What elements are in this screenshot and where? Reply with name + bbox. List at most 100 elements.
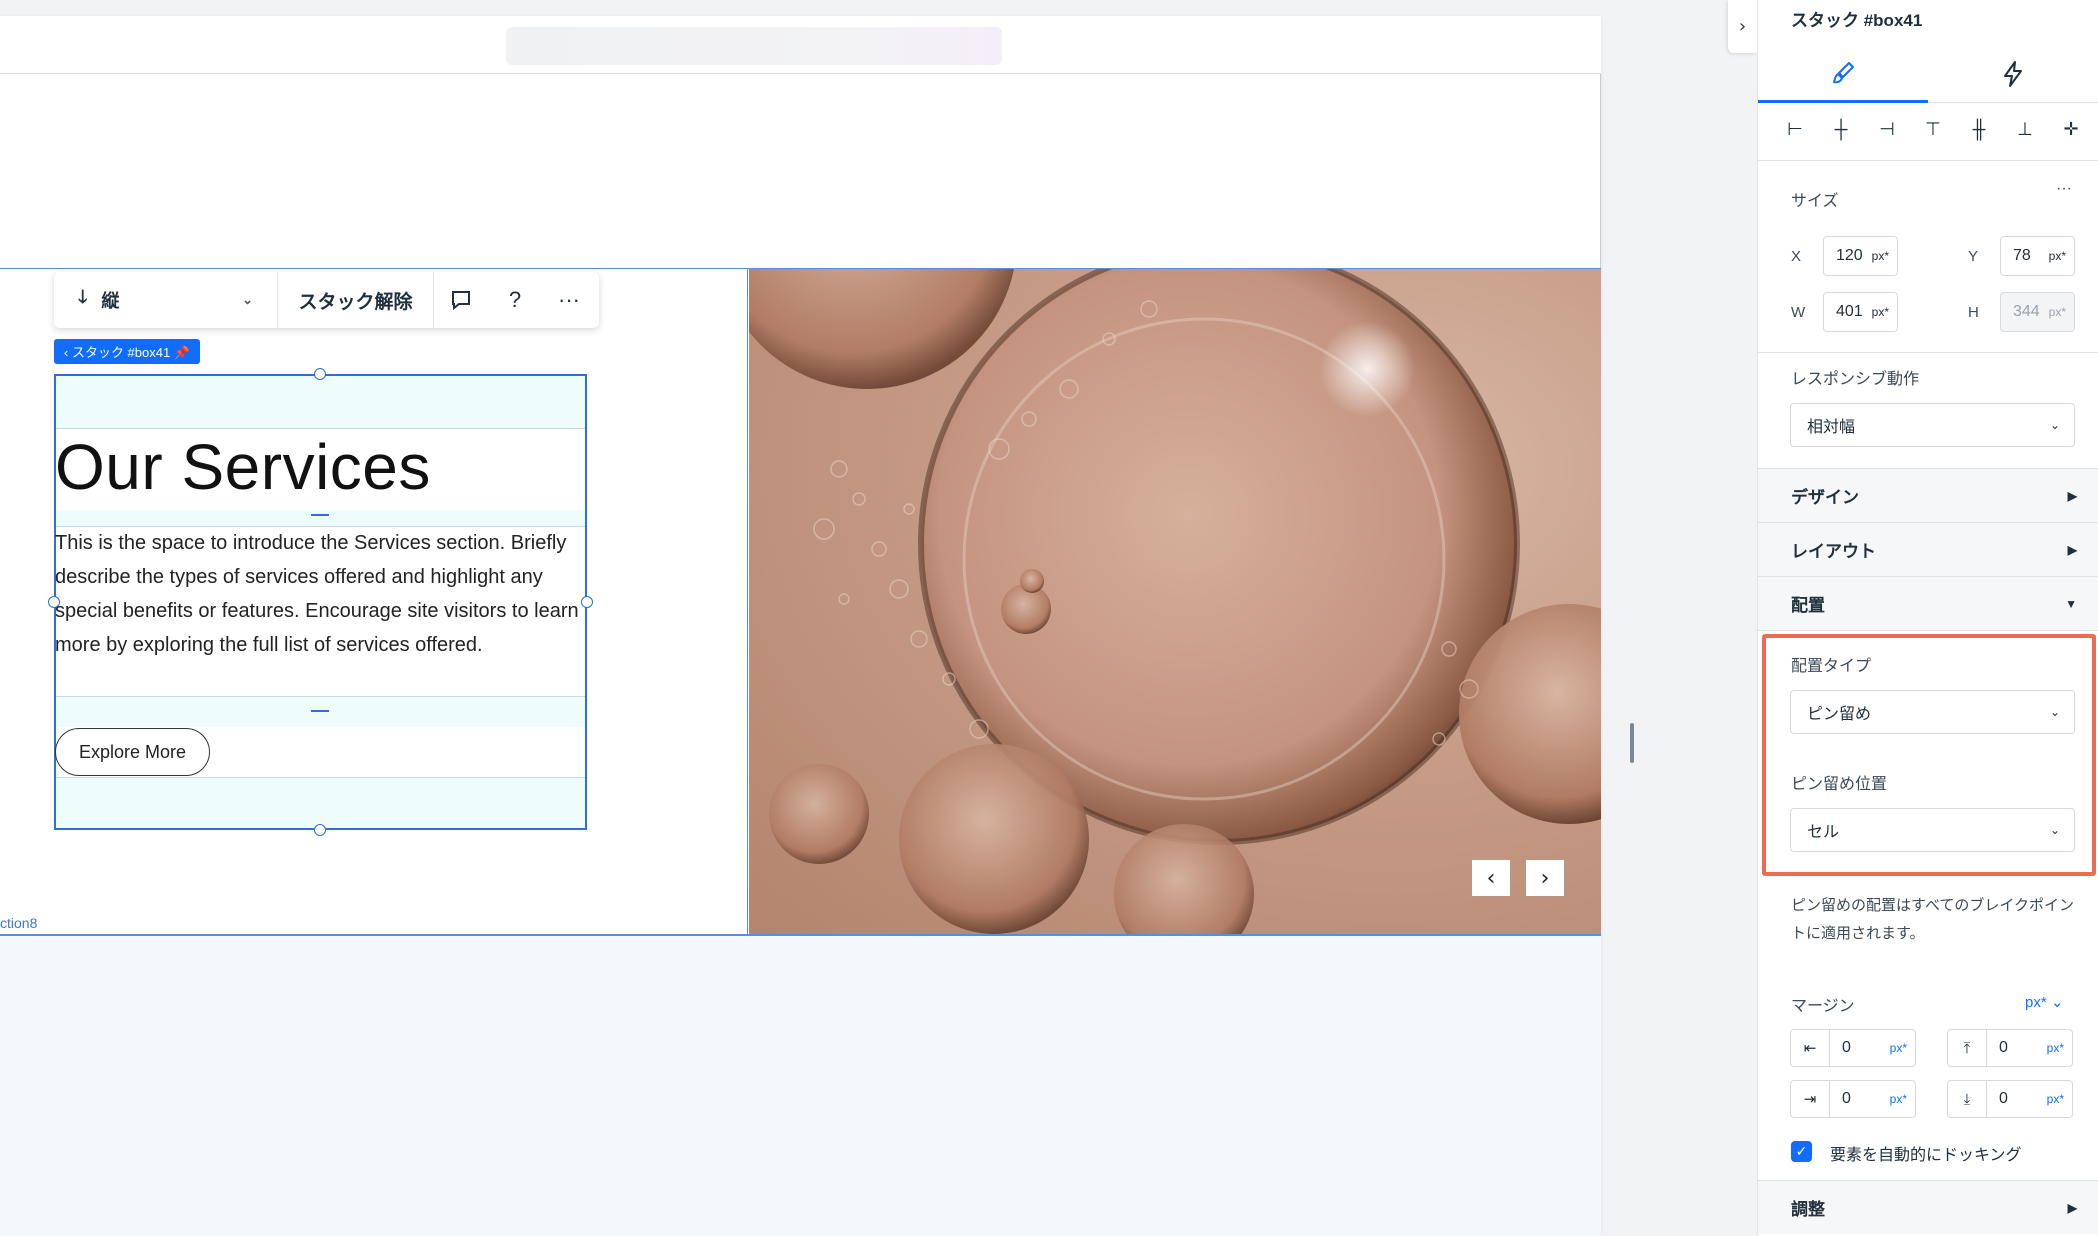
stack-breadcrumb-tag[interactable]: ‹ スタック #box41 📌: [54, 339, 201, 364]
adjust-header-label: 調整: [1791, 1200, 1825, 1219]
margin-unit-value: px*: [2025, 994, 2047, 1011]
y-value: 78: [2013, 247, 2031, 264]
margin-right-input[interactable]: 0 px*: [1830, 1080, 1916, 1118]
chevron-down-icon: ⌄: [242, 292, 253, 307]
w-unit: px*: [1871, 305, 1889, 319]
divider: [1758, 160, 2098, 161]
x-input[interactable]: 120 px*: [1823, 236, 1898, 276]
margin-right-value: 0: [1842, 1090, 1851, 1107]
stack-gap: [56, 697, 585, 727]
gallery-prev-arrow[interactable]: ‹: [1472, 860, 1510, 896]
unstack-button[interactable]: スタック解除: [278, 272, 434, 328]
collapse-panel-button[interactable]: ›: [1728, 0, 1757, 53]
align-center-horizontal-icon[interactable]: ┼: [1824, 112, 1858, 146]
y-unit: px*: [2048, 249, 2066, 263]
placement-header-label: 配置: [1791, 596, 1825, 615]
gap-drag-handle[interactable]: [311, 514, 329, 516]
margin-top-input[interactable]: 0 px*: [1987, 1029, 2073, 1067]
chevron-right-icon: ›: [1738, 16, 1747, 37]
align-middle-vertical-icon[interactable]: ╫: [1962, 112, 1996, 146]
y-label: Y: [1968, 248, 1979, 265]
triangle-right-icon: ▶: [2067, 1200, 2077, 1215]
auto-dock-label: 要素を自動的にドッキング: [1830, 1147, 2022, 1164]
explore-more-button[interactable]: Explore More: [55, 728, 210, 776]
layout-section-header[interactable]: レイアウト ▶: [1758, 522, 2098, 576]
size-label: サイズ: [1791, 193, 1839, 210]
design-section-header[interactable]: デザイン ▶: [1758, 468, 2098, 522]
margin-top-icon: ⤒: [1947, 1029, 1987, 1067]
header-placeholder-bar: [506, 27, 1002, 65]
services-paragraph[interactable]: This is the space to introduce the Servi…: [55, 526, 590, 662]
arrow-down-icon: 🡓: [78, 287, 88, 307]
stack-direction-dropdown[interactable]: 🡓 縦 ⌄: [54, 272, 278, 328]
margin-top-value: 0: [1999, 1039, 2008, 1056]
align-bottom-icon[interactable]: ⊥: [2008, 112, 2042, 146]
gap-drag-handle[interactable]: [311, 710, 329, 712]
next-section[interactable]: [0, 935, 1601, 1236]
inspector-panel: スタック #box41 ⊢ ┼ ⊣ ⊤ ╫ ⊥ ✛ サイズ ··· X 120 …: [1757, 0, 2098, 1236]
chevron-down-icon: ⌄: [2049, 418, 2060, 432]
more-actions-icon[interactable]: ···: [542, 272, 596, 328]
stack-direction-label: 縦: [101, 291, 120, 311]
margin-unit: px*: [2046, 1041, 2064, 1055]
margin-label: マージン: [1791, 998, 1855, 1015]
w-label: W: [1791, 304, 1806, 321]
gallery-next-arrow[interactable]: ›: [1526, 860, 1564, 896]
align-left-icon[interactable]: ⊢: [1778, 112, 1812, 146]
lightning-icon: [2004, 61, 2022, 87]
placement-section-header[interactable]: 配置 ▼: [1758, 576, 2098, 630]
layout-header-label: レイアウト: [1791, 542, 1876, 561]
tab-design[interactable]: [1758, 45, 1928, 103]
margin-right-icon: ⇥: [1790, 1080, 1830, 1118]
margin-bottom-icon: ⤓: [1947, 1080, 1987, 1118]
section-name-label: ction8: [0, 915, 38, 931]
size-more-icon[interactable]: ···: [2056, 180, 2072, 198]
alignment-toolbar: ⊢ ┼ ⊣ ⊤ ╫ ⊥ ✛: [1778, 112, 2088, 146]
responsive-value: 相対幅: [1807, 419, 1856, 436]
divider: [1758, 630, 2098, 631]
h-input: 344 px*: [2000, 292, 2075, 332]
distribute-icon[interactable]: ✛: [2054, 112, 2088, 146]
margin-bottom-input[interactable]: 0 px*: [1987, 1080, 2073, 1118]
y-input[interactable]: 78 px*: [2000, 236, 2075, 276]
margin-left-value: 0: [1842, 1039, 1851, 1056]
h-unit: px*: [2048, 305, 2066, 319]
inspector-tabs: [1758, 45, 2098, 103]
services-heading[interactable]: Our Services: [55, 430, 431, 504]
margin-unit: px*: [1889, 1092, 1907, 1106]
w-input[interactable]: 401 px*: [1823, 292, 1898, 332]
design-header-label: デザイン: [1791, 488, 1859, 507]
resize-handle-bottom[interactable]: [314, 824, 326, 836]
x-value: 120: [1836, 247, 1863, 264]
tab-interactions[interactable]: [1928, 45, 2098, 103]
h-value: 344: [2013, 303, 2040, 320]
bubble-gallery-image[interactable]: [749, 269, 1601, 934]
triangle-right-icon: ▶: [2067, 542, 2077, 557]
responsive-behavior-select[interactable]: 相対幅 ⌄: [1790, 403, 2075, 447]
pin-placement-note: ピン留めの配置はすべてのブレイクポイントに適用されます。: [1791, 897, 2075, 942]
x-unit: px*: [1871, 249, 1889, 263]
stack-bottom-padding: [56, 777, 585, 828]
stack-toolbar: 🡓 縦 ⌄ スタック解除 ? ···: [54, 272, 599, 328]
x-label: X: [1791, 248, 1802, 265]
inspector-title: スタック #box41: [1791, 11, 1923, 30]
margin-unit-select[interactable]: px* ⌄: [2025, 993, 2063, 1011]
divider: [1758, 352, 2098, 353]
brush-icon: [1833, 61, 1854, 83]
auto-dock-checkbox[interactable]: ✓: [1791, 1141, 1812, 1162]
margin-bottom-value: 0: [1999, 1090, 2008, 1107]
margin-left-icon: ⇤: [1790, 1029, 1830, 1067]
stack-divider: [56, 777, 585, 778]
comment-icon[interactable]: [434, 272, 488, 328]
placement-highlight-outline: [1762, 634, 2096, 876]
triangle-right-icon: ▶: [2067, 488, 2077, 503]
resize-handle-top[interactable]: [314, 368, 326, 380]
margin-left-input[interactable]: 0 px*: [1830, 1029, 1916, 1067]
stack-divider: [56, 428, 585, 429]
align-top-icon[interactable]: ⊤: [1916, 112, 1950, 146]
canvas-resize-handle[interactable]: [1630, 723, 1634, 763]
align-right-icon[interactable]: ⊣: [1870, 112, 1904, 146]
adjust-section-header[interactable]: 調整 ▶: [1758, 1180, 2098, 1234]
help-icon[interactable]: ?: [488, 272, 542, 328]
bubble-illustration: [749, 269, 1601, 934]
